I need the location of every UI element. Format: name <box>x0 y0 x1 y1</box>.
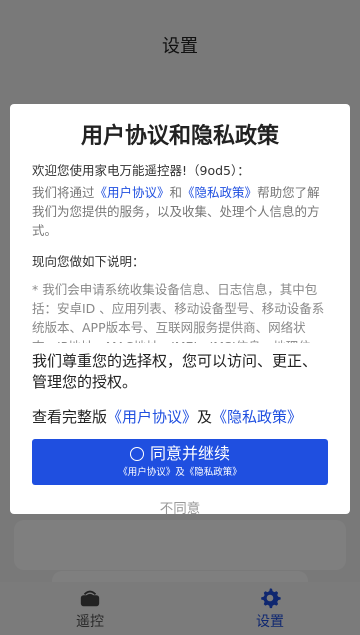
respect-text: 我们尊重您的选择权，您可以访问、更正、管理您的授权。 <box>32 352 318 391</box>
full-prefix: 查看完整版 <box>32 408 108 426</box>
full-user-agreement-link[interactable]: 《用户协议》 <box>107 408 197 426</box>
explanation-scroll-area[interactable]: * 我们会申请系统收集设备信息、日志信息，其中包括：安卓ID 、应用列表、移动设… <box>32 280 328 343</box>
intro-and: 和 <box>169 185 183 200</box>
agree-button-label: 同意并继续 <box>149 444 230 463</box>
explanation-text: * 我们会申请系统收集设备信息、日志信息，其中包括：安卓ID 、应用列表、移动设… <box>32 282 325 343</box>
agree-button[interactable]: 同意并继续 《用户协议》及《隐私政策》 <box>32 439 328 485</box>
circle-icon <box>129 447 144 461</box>
explanation-subtitle: 现向您做如下说明： <box>32 254 145 269</box>
welcome-text: 欢迎您使用家电万能遥控器!（9od5）： <box>32 163 250 178</box>
full-privacy-policy-link[interactable]: 《隐私政策》 <box>212 408 302 426</box>
privacy-dialog: 用户协议和隐私政策 欢迎您使用家电万能遥控器!（9od5）： 我们将通过《用户协… <box>10 104 350 517</box>
agree-button-top: 同意并继续 <box>129 444 230 464</box>
privacy-policy-link[interactable]: 《隐私政策》 <box>182 185 257 200</box>
agree-button-sublabel: 《用户协议》及《隐私政策》 <box>118 467 242 478</box>
full-and: 及 <box>197 408 213 426</box>
full-version-links: 查看完整版《用户协议》及《隐私政策》 <box>32 407 328 428</box>
disagree-button[interactable]: 不同意 <box>32 497 328 517</box>
dialog-title: 用户协议和隐私政策 <box>80 124 279 149</box>
user-agreement-link[interactable]: 《用户协议》 <box>95 185 170 200</box>
intro-prefix: 我们将通过 <box>32 185 95 200</box>
intro-paragraph: 我们将通过《用户协议》和《隐私政策》帮助您了解我们为您提供的服务，以及收集、处理… <box>32 183 328 240</box>
